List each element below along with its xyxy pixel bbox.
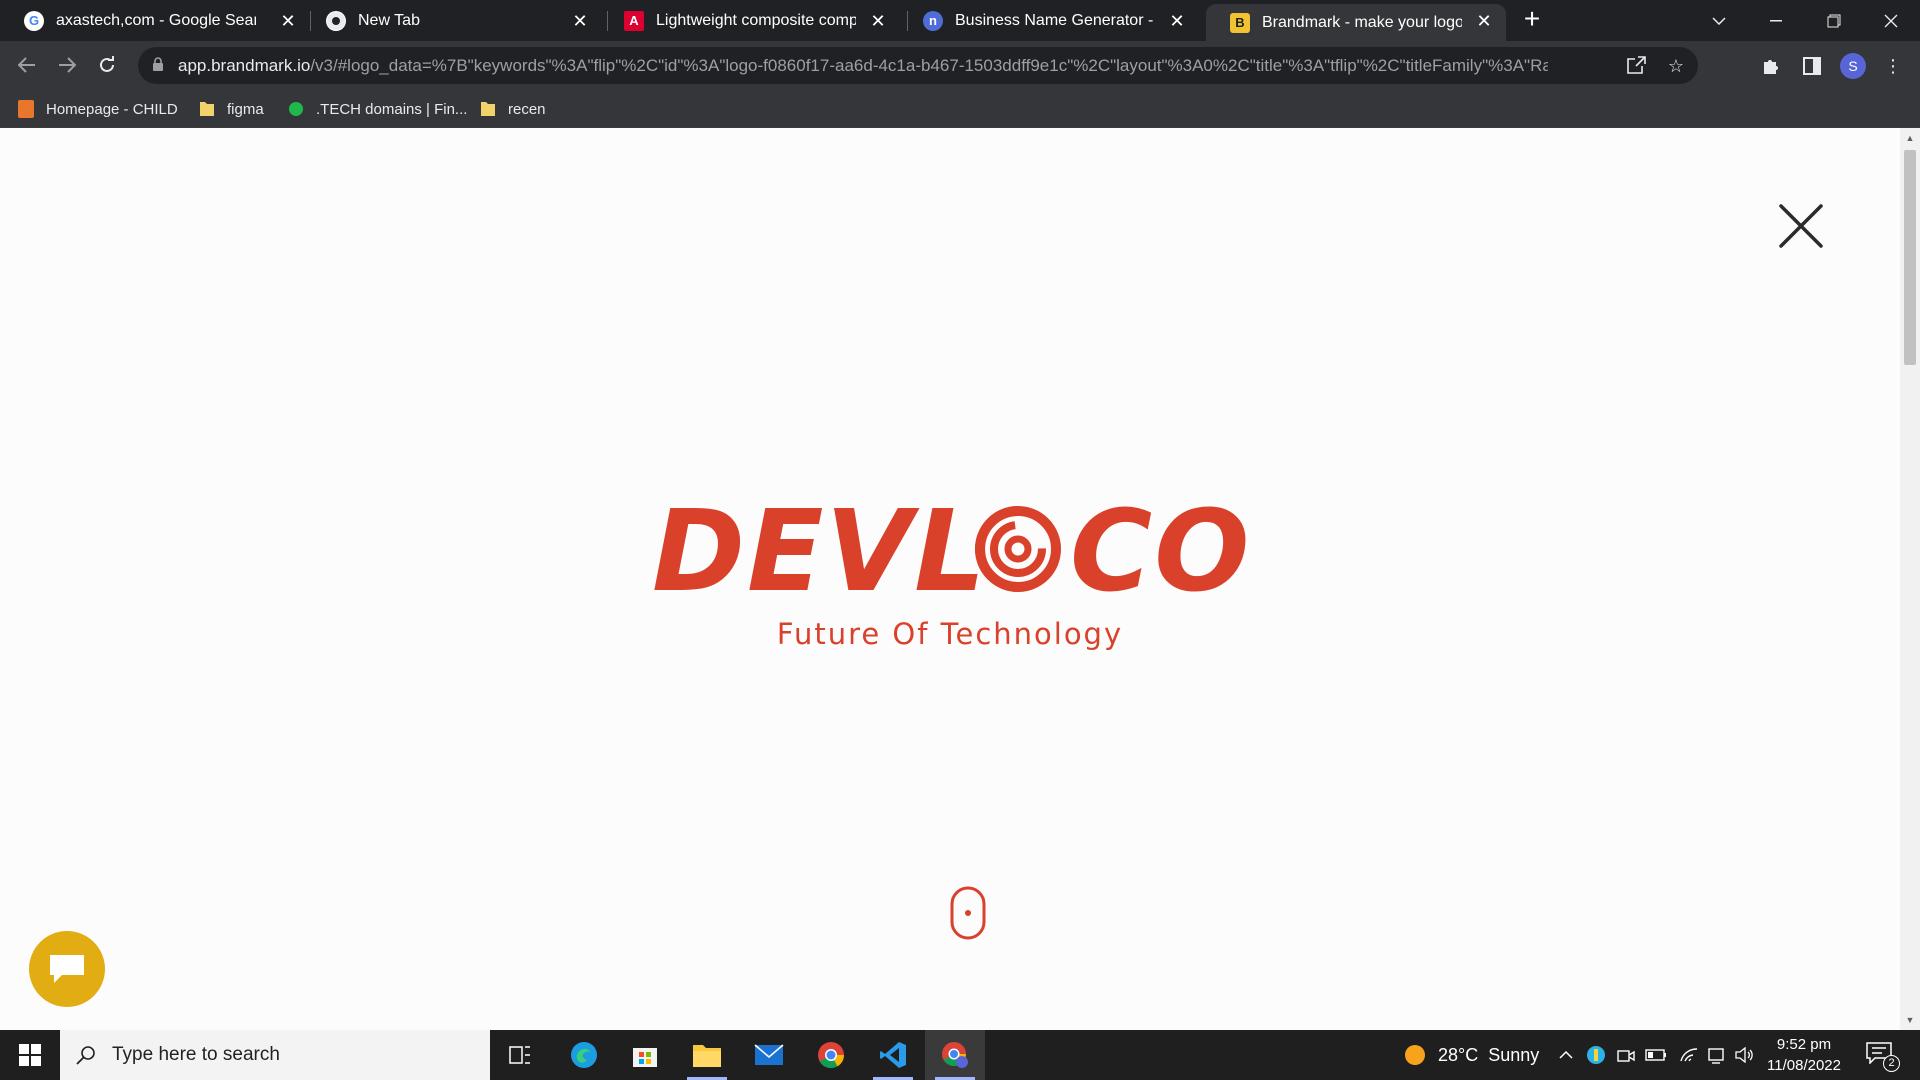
chrome-taskbar-icon[interactable]: [801, 1030, 861, 1080]
tab-business-name-generator[interactable]: n Business Name Generator - Powe ✕: [899, 0, 1199, 41]
bookmark-label: recen: [508, 100, 546, 118]
tab-close-icon[interactable]: ✕: [278, 11, 298, 31]
clock-time: 9:52 pm: [1776, 1036, 1832, 1053]
tab-strip: G axastech,com - Google Search ✕ New Tab…: [0, 0, 1920, 41]
close-preview-icon[interactable]: [1778, 203, 1824, 249]
network-icon[interactable]: [1706, 1044, 1728, 1066]
bookmark-label: .TECH domains | Fin...: [316, 100, 468, 118]
scroll-down-arrow-icon[interactable]: ▼: [1905, 1015, 1915, 1025]
more-menu-icon[interactable]: ⋮: [1880, 53, 1906, 79]
notification-center-icon[interactable]: 2: [1866, 1042, 1900, 1072]
chat-button[interactable]: [29, 931, 105, 1007]
signal-o-icon: [975, 506, 1061, 592]
tab-google-search[interactable]: G axastech,com - Google Search ✕: [0, 0, 310, 41]
tab-brandmark[interactable]: B Brandmark - make your logo in m ✕: [1206, 4, 1506, 41]
bookmark-recen[interactable]: recen: [480, 98, 546, 120]
notification-badge: 2: [1883, 1055, 1900, 1072]
microsoft-store-icon[interactable]: [615, 1030, 675, 1080]
windows-start-icon[interactable]: [0, 1030, 60, 1080]
logo-tagline: Future Of Technology: [776, 617, 1124, 651]
bookmark-tech-domains[interactable]: .TECH domains | Fin...: [288, 98, 467, 120]
chrome-profile-taskbar-icon[interactable]: [925, 1030, 985, 1080]
system-clock[interactable]: 9:52 pm 11/08/2022: [1756, 1034, 1852, 1076]
url-text[interactable]: app.brandmark.io/v3/#logo_data=%7B"keywo…: [178, 56, 1548, 76]
green-dot-icon: [289, 102, 303, 116]
tab-title: Lightweight composite compone: [656, 11, 856, 29]
address-bar[interactable]: app.brandmark.io/v3/#logo_data=%7B"keywo…: [138, 47, 1698, 84]
taskbar-search-box[interactable]: Type here to search: [60, 1030, 490, 1080]
chat-bubble-icon: [50, 955, 84, 983]
windows-taskbar: Type here to search 28°C Sunny 9:52 pm 1…: [0, 1030, 1920, 1080]
tab-close-icon[interactable]: ✕: [1167, 11, 1187, 31]
back-arrow-icon[interactable]: [11, 49, 43, 81]
namelix-icon: n: [923, 10, 943, 31]
bookmark-figma[interactable]: figma: [199, 98, 264, 120]
battery-icon[interactable]: [1645, 1044, 1667, 1066]
tab-close-icon[interactable]: ✕: [868, 11, 888, 31]
brandmark-icon: B: [1230, 12, 1250, 33]
weather-text: 28°C Sunny: [1438, 1044, 1540, 1065]
chrome-icon: [326, 10, 346, 31]
task-view-icon[interactable]: [490, 1030, 550, 1080]
restore-icon[interactable]: [1805, 0, 1863, 41]
search-placeholder: Type here to search: [112, 1044, 280, 1065]
clock-date: 11/08/2022: [1767, 1057, 1841, 1074]
reload-icon[interactable]: [91, 49, 123, 81]
vscode-icon[interactable]: [863, 1030, 923, 1080]
sun-icon: [1405, 1045, 1425, 1065]
search-icon: [76, 1046, 95, 1065]
url-path: /v3/#logo_data=%7B"keywords"%3A"flip"%2C…: [310, 56, 1548, 75]
bookmark-label: Homepage - CHILD: [46, 100, 178, 118]
tab-close-icon[interactable]: ✕: [1474, 11, 1494, 31]
close-window-icon[interactable]: [1862, 0, 1920, 41]
lock-icon[interactable]: [152, 57, 164, 71]
tab-title: Business Name Generator - Powe: [955, 11, 1155, 29]
scroll-down-mouse-icon[interactable]: [950, 886, 986, 940]
show-hidden-icons-chevron-icon[interactable]: [1555, 1044, 1577, 1066]
share-icon[interactable]: [1625, 56, 1647, 76]
tab-close-icon[interactable]: ✕: [570, 11, 590, 31]
edge-icon[interactable]: [554, 1030, 614, 1080]
forward-arrow-icon[interactable]: [51, 49, 83, 81]
weather-widget[interactable]: 28°C Sunny: [1404, 1030, 1539, 1080]
scrollbar-thumb[interactable]: [1904, 150, 1916, 365]
url-host: app.brandmark.io: [178, 56, 311, 75]
file-explorer-icon[interactable]: [677, 1030, 737, 1080]
side-panel-icon[interactable]: [1799, 53, 1825, 79]
minimize-icon[interactable]: [1747, 0, 1805, 41]
folder-icon: [200, 102, 214, 116]
wifi-icon[interactable]: [1678, 1044, 1700, 1066]
angular-icon: A: [624, 10, 644, 31]
tab-angular[interactable]: A Lightweight composite compone ✕: [600, 0, 900, 41]
tab-search-chevron-icon[interactable]: [1690, 0, 1748, 41]
bookmark-label: figma: [227, 100, 264, 118]
drive-sync-icon[interactable]: [1585, 1044, 1607, 1066]
new-tab-button[interactable]: +: [1518, 5, 1546, 34]
tab-title: New Tab: [358, 11, 420, 29]
orange-site-icon: [18, 100, 34, 118]
page-scrollbar[interactable]: ▲ ▼: [1900, 128, 1920, 1030]
meet-now-icon[interactable]: [1615, 1044, 1637, 1066]
mail-icon[interactable]: [739, 1030, 799, 1080]
logo-text-left: DEVL: [652, 500, 988, 600]
bookmark-star-icon[interactable]: ☆: [1665, 56, 1687, 76]
devloco-logo: DEVL CO: [652, 500, 1250, 600]
scroll-up-arrow-icon[interactable]: ▲: [1905, 133, 1915, 143]
bookmarks-bar: Homepage - CHILD figma .TECH domains | F…: [0, 90, 1920, 128]
extensions-puzzle-icon[interactable]: [1758, 53, 1784, 79]
tab-new-tab[interactable]: New Tab ✕: [302, 0, 602, 41]
bookmark-homepage-child[interactable]: Homepage - CHILD: [18, 98, 178, 120]
volume-icon[interactable]: [1734, 1044, 1756, 1066]
google-icon: G: [24, 10, 44, 31]
profile-avatar[interactable]: S: [1840, 53, 1866, 79]
tab-title: axastech,com - Google Search: [56, 11, 256, 29]
logo-text-right: CO: [1070, 500, 1250, 600]
tab-title: Brandmark - make your logo in m: [1262, 13, 1462, 31]
browser-toolbar: app.brandmark.io/v3/#logo_data=%7B"keywo…: [0, 41, 1920, 90]
folder-icon: [481, 102, 495, 116]
